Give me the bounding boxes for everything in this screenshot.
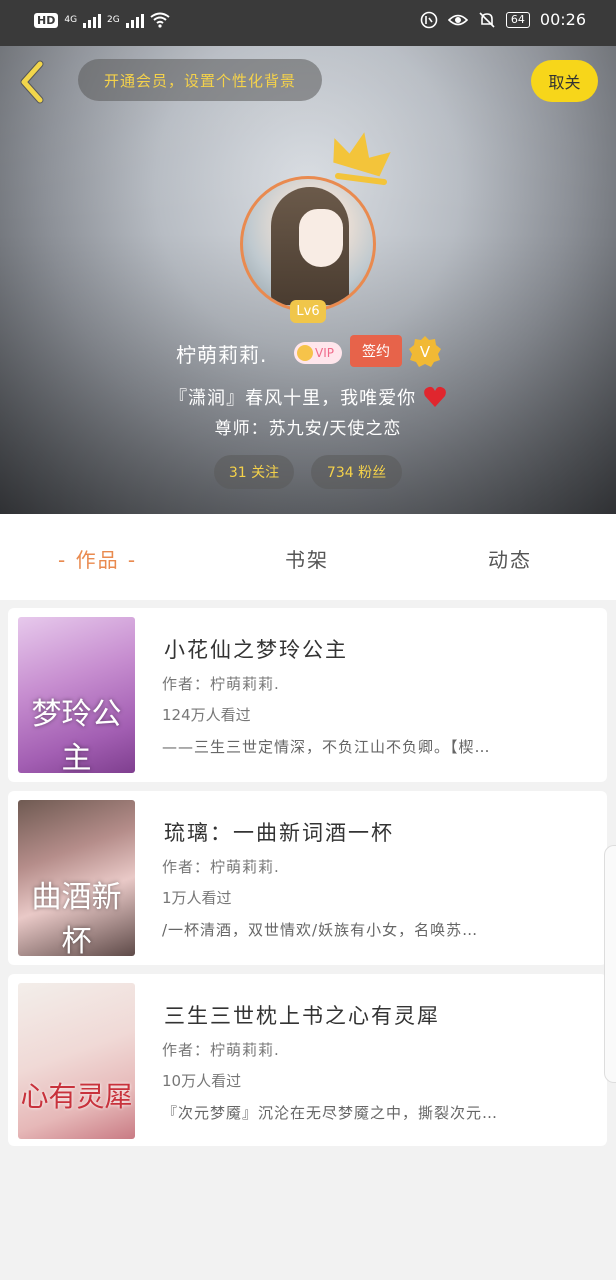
book-cover[interactable]: 梦玲公主 (18, 617, 135, 773)
crown-icon (333, 132, 391, 185)
book-author: 作者：柠萌莉莉. (162, 858, 280, 876)
verified-v-icon: V (409, 336, 441, 367)
followers-count[interactable]: 734 粉丝 (311, 455, 402, 489)
user-name: 柠萌莉莉. (176, 343, 268, 367)
tab-bookshelf[interactable]: 书架 (285, 544, 329, 573)
back-button[interactable] (16, 60, 50, 104)
book-title[interactable]: 琉璃：一曲新词酒一杯 (164, 817, 394, 847)
heart-icon (423, 386, 446, 407)
book-title[interactable]: 小花仙之梦玲公主 (164, 634, 348, 664)
chevron-left-icon (20, 60, 44, 104)
status-left: HD 4G 2G (34, 12, 170, 28)
eye-icon (447, 14, 468, 25)
signed-badge: 签约 (350, 335, 402, 367)
book-author: 作者：柠萌莉莉. (162, 1041, 280, 1059)
user-signature: 『潇涧』春风十里，我唯爱你 (0, 384, 616, 410)
status-bar: HD 4G 2G 64 00:26 (0, 0, 616, 46)
clock: 00:26 (539, 10, 586, 29)
profile-tabs: - 作品 - 书架 动态 (0, 514, 616, 600)
battery-icon: 64 (505, 11, 530, 28)
book-title[interactable]: 三生三世枕上书之心有灵犀 (164, 1000, 440, 1030)
signal-icon (83, 12, 102, 28)
mentor-line: 尊师：苏九安/天使之恋 (214, 419, 402, 439)
network-2g-label: 2G (107, 15, 120, 25)
cover-title: 梦玲公主 (31, 697, 122, 773)
name-row: 柠萌莉莉. VIP 签约 V (0, 334, 616, 370)
book-description: 『次元梦魇』沉沦在无尽梦魇之中，撕裂次元… (162, 1104, 499, 1122)
side-scroll-handle[interactable] (604, 845, 616, 1083)
book-card[interactable]: 心有灵犀 三生三世枕上书之心有灵犀 作者：柠萌莉莉. 10万人看过 『次元梦魇』… (8, 974, 607, 1146)
hd-icon: HD (34, 12, 59, 28)
vip-badge: VIP (294, 342, 342, 364)
network-4g-label: 4G (64, 15, 78, 25)
book-views: 10万人看过 (162, 1072, 242, 1090)
following-count[interactable]: 31 关注 (214, 455, 294, 489)
book-cover[interactable]: 曲酒新杯 (18, 800, 135, 956)
data-saver-icon (420, 11, 438, 28)
book-author: 作者：柠萌莉莉. (162, 675, 280, 693)
tab-updates[interactable]: 动态 (488, 544, 532, 573)
wifi-icon (150, 12, 170, 28)
book-card[interactable]: 梦玲公主 小花仙之梦玲公主 作者：柠萌莉莉. 124万人看过 ——三生三世定情深… (8, 608, 607, 782)
unfollow-button[interactable]: 取关 (531, 60, 598, 102)
vip-crown-icon (297, 345, 313, 361)
avatar[interactable] (240, 176, 376, 312)
cover-title: 曲酒新杯 (31, 880, 122, 956)
svg-text:V: V (420, 343, 431, 361)
level-badge: Lv6 (290, 300, 326, 323)
signal-icon-2 (125, 12, 144, 28)
book-description: ——三生三世定情深，不负江山不负卿。【楔… (162, 738, 491, 756)
signature-text: 『潇涧』春风十里，我唯爱你 (169, 388, 417, 409)
status-right: 64 00:26 (420, 10, 586, 29)
book-views: 1万人看过 (162, 889, 232, 907)
book-views: 124万人看过 (162, 706, 251, 724)
book-card[interactable]: 曲酒新杯 琉璃：一曲新词酒一杯 作者：柠萌莉莉. 1万人看过 /一杯清酒，双世情… (8, 791, 607, 965)
cover-title: 心有灵犀 (20, 1080, 133, 1113)
book-cover[interactable]: 心有灵犀 (18, 983, 135, 1139)
vip-label: VIP (315, 346, 334, 360)
vip-background-prompt[interactable]: 开通会员，设置个性化背景 (78, 59, 322, 101)
book-description: /一杯清酒，双世情欢/妖族有小女，名唤苏… (162, 921, 479, 939)
mute-icon (479, 11, 495, 28)
tab-works[interactable]: - 作品 - (58, 544, 137, 573)
